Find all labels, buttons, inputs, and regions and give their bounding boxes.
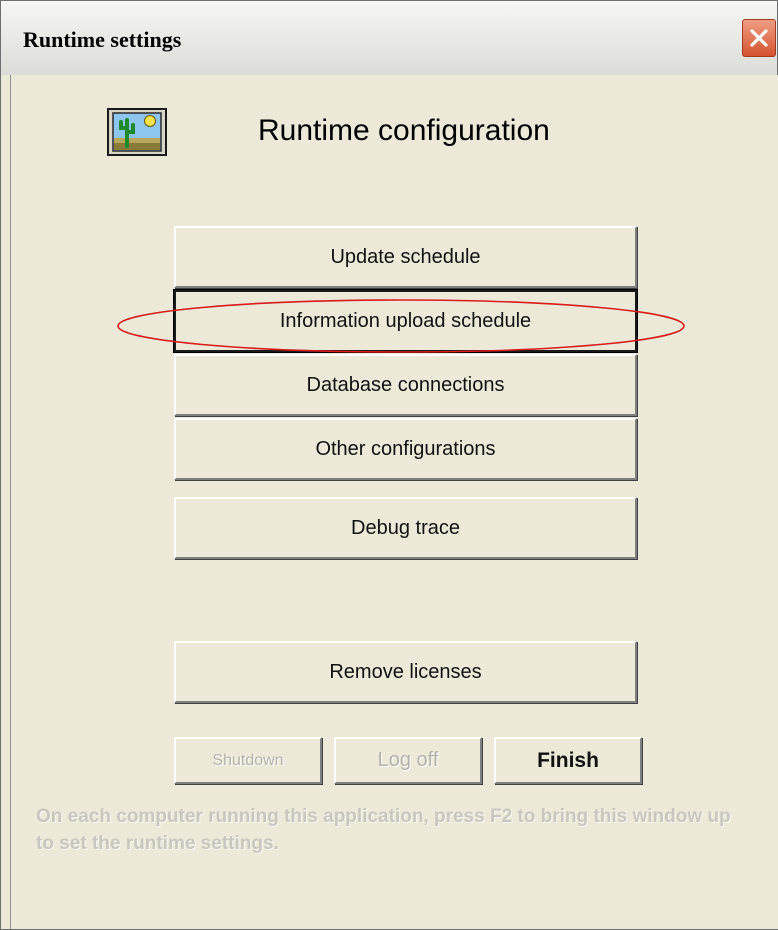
f2-hint-text: On each computer running this applicatio…: [36, 806, 731, 854]
close-icon: [750, 29, 768, 47]
page-heading: Runtime configuration: [258, 114, 550, 147]
update-schedule-button[interactable]: Update schedule: [174, 226, 637, 288]
close-button[interactable]: [742, 19, 776, 57]
log-off-button[interactable]: Log off: [334, 737, 482, 784]
highlight-ellipse: [117, 299, 685, 353]
remove-licenses-button[interactable]: Remove licenses: [174, 641, 637, 703]
other-configurations-button[interactable]: Other configurations: [174, 418, 637, 480]
cactus-desert-icon: [107, 108, 167, 156]
database-connections-button[interactable]: Database connections: [174, 354, 637, 416]
window-title: Runtime settings: [23, 27, 182, 52]
finish-button[interactable]: Finish: [494, 737, 642, 784]
title-bar[interactable]: Runtime settings: [1, 1, 777, 75]
shutdown-button[interactable]: Shutdown: [174, 737, 322, 784]
debug-trace-button[interactable]: Debug trace: [174, 497, 637, 559]
